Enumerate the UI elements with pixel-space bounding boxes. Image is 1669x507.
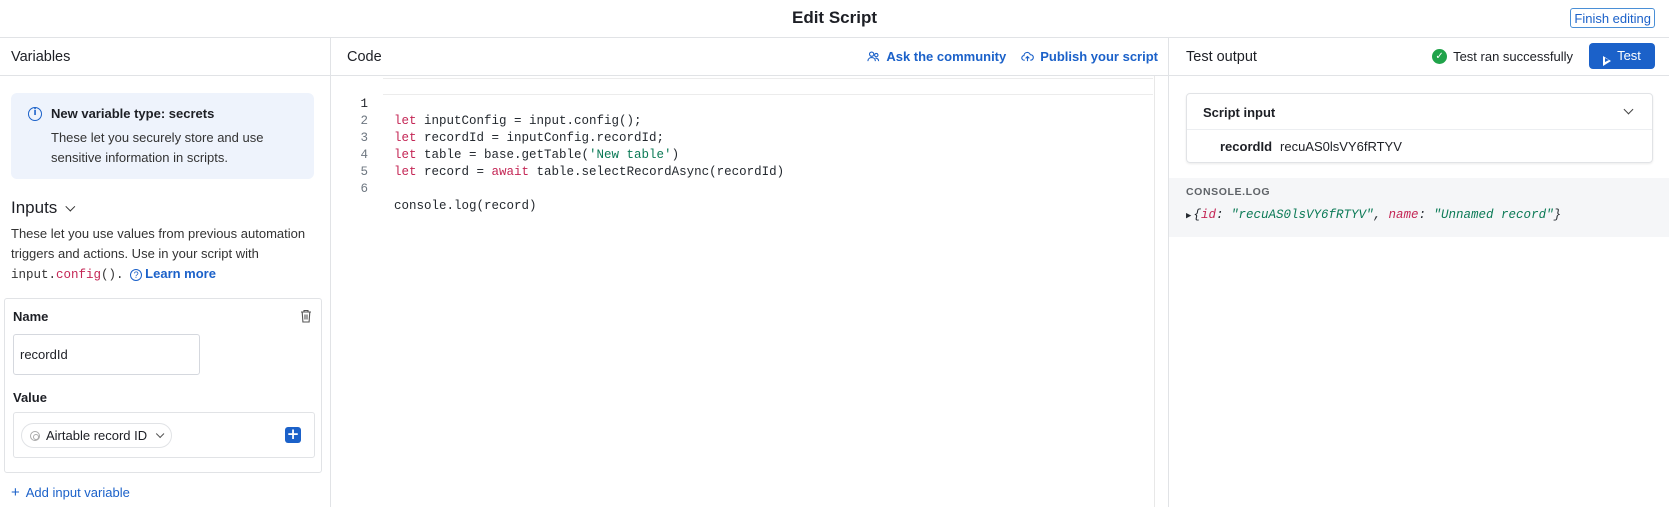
name-label: Name bbox=[13, 309, 49, 324]
code-line: 4 let record = await table.selectRecordA… bbox=[331, 130, 784, 179]
learn-more-link[interactable]: Learn more bbox=[145, 266, 216, 281]
inline-code-parens: (). bbox=[101, 268, 124, 282]
chevron-down-icon bbox=[65, 201, 76, 212]
console-key: name bbox=[1388, 208, 1419, 222]
keyword: await bbox=[491, 165, 530, 179]
input-variable-card: Name Value Airtable record ID + bbox=[4, 298, 322, 473]
variables-panel: Variables i New variable type: secrets T… bbox=[0, 38, 331, 507]
inputs-description-text: These let you use values from previous a… bbox=[11, 226, 306, 261]
variables-header: Variables bbox=[0, 38, 330, 76]
info-icon: i bbox=[28, 107, 42, 121]
console-key: id bbox=[1200, 208, 1216, 222]
code-text: record = bbox=[416, 165, 492, 179]
inputs-section-toggle[interactable]: Inputs bbox=[11, 198, 76, 218]
check-circle-icon: ✓ bbox=[1432, 49, 1448, 64]
console-heading: CONSOLE.LOG bbox=[1186, 186, 1271, 198]
ask-community-link[interactable]: Ask the community bbox=[867, 49, 1006, 64]
code-header: Code Ask the community Publish your scri… bbox=[331, 38, 1168, 76]
community-icon bbox=[867, 51, 880, 62]
code-text: ) bbox=[671, 148, 680, 162]
console-brace: } bbox=[1553, 208, 1562, 222]
code-text: table = base.getTable( bbox=[416, 148, 590, 162]
code-line: 1 let inputConfig = input.config(); bbox=[331, 79, 641, 128]
code-actions: Ask the community Publish your script bbox=[867, 49, 1158, 64]
console-value: "Unnamed record" bbox=[1433, 208, 1554, 222]
variable-name-input[interactable] bbox=[13, 334, 200, 375]
status-text: Test ran successfully bbox=[1453, 49, 1573, 64]
value-label: Value bbox=[13, 390, 47, 405]
script-input-header[interactable]: Script input bbox=[1187, 94, 1652, 130]
script-input-value: recuAS0lsVY6fRTYV bbox=[1280, 139, 1402, 154]
inline-code-function: config bbox=[56, 268, 102, 282]
add-input-variable-button[interactable]: + Add input variable bbox=[11, 484, 130, 501]
plus-icon: + bbox=[11, 484, 20, 501]
script-input-card: Script input recordId recuAS0lsVY6fRTYV bbox=[1186, 93, 1653, 163]
active-line-highlight bbox=[383, 78, 1153, 95]
keyword: let bbox=[394, 131, 417, 145]
keyword: let bbox=[394, 148, 417, 162]
string-literal: 'New table' bbox=[589, 148, 672, 162]
chevron-down-icon bbox=[156, 429, 165, 438]
script-input-key: recordId bbox=[1220, 139, 1273, 154]
publish-script-link[interactable]: Publish your script bbox=[1021, 49, 1158, 64]
fingerprint-icon bbox=[30, 430, 40, 441]
inputs-heading: Inputs bbox=[11, 198, 58, 217]
keyword: let bbox=[394, 114, 417, 128]
token-label: Airtable record ID bbox=[46, 428, 148, 443]
insert-value-button[interactable]: + bbox=[285, 427, 301, 443]
notice-body: These let you securely store and use sen… bbox=[51, 130, 264, 165]
test-status: ✓ Test ran successfully bbox=[1432, 49, 1573, 64]
code-editor[interactable]: 1 let inputConfig = input.config(); 2 le… bbox=[331, 76, 1153, 507]
code-line: 2 let recordId = inputConfig.recordId; bbox=[331, 96, 664, 145]
console-log-panel: CONSOLE.LOG ▶ {id: "recuAS0lsVY6fRTYV", n… bbox=[1169, 178, 1669, 237]
publish-script-label: Publish your script bbox=[1040, 49, 1158, 64]
inputs-description: These let you use values from previous a… bbox=[11, 224, 311, 285]
console-value: "recuAS0lsVY6fRTYV" bbox=[1230, 208, 1374, 222]
cloud-upload-icon bbox=[1021, 51, 1035, 62]
output-title: Test output bbox=[1186, 49, 1257, 65]
code-text: console.log(record) bbox=[394, 199, 537, 213]
test-output-panel: Test output ✓ Test ran successfully Test… bbox=[1169, 38, 1669, 507]
keyword: let bbox=[394, 165, 417, 179]
output-header: Test output ✓ Test ran successfully Test bbox=[1169, 38, 1669, 76]
secrets-notice: i New variable type: secrets These let y… bbox=[11, 93, 314, 179]
code-line: 5 bbox=[331, 147, 376, 179]
top-bar: Edit Script Finish editing bbox=[0, 0, 1669, 38]
add-input-label: Add input variable bbox=[25, 485, 130, 500]
console-brace: { bbox=[1193, 208, 1201, 222]
editor-scrollbar[interactable] bbox=[1154, 76, 1168, 507]
inline-code-object: input. bbox=[11, 268, 57, 282]
code-text: table.selectRecordAsync(recordId) bbox=[529, 165, 785, 179]
test-button[interactable]: Test bbox=[1589, 43, 1655, 69]
code-line: 6 console.log(record) bbox=[331, 164, 536, 213]
console-entry[interactable]: ▶ {id: "recuAS0lsVY6fRTYV", name: "Unname… bbox=[1186, 208, 1561, 222]
finish-editing-button[interactable]: Finish editing bbox=[1570, 8, 1655, 28]
variables-title: Variables bbox=[11, 49, 71, 65]
record-id-token[interactable]: Airtable record ID bbox=[21, 423, 173, 448]
code-text: inputConfig = input.config(); bbox=[416, 114, 642, 128]
variable-value-field[interactable]: Airtable record ID + bbox=[13, 412, 315, 458]
help-icon[interactable]: ? bbox=[130, 269, 143, 281]
code-text: recordId = inputConfig.recordId; bbox=[416, 131, 665, 145]
line-number: 6 bbox=[360, 182, 368, 196]
inline-code: input.config(). bbox=[11, 268, 124, 282]
notice-title: New variable type: secrets bbox=[51, 106, 215, 121]
code-title: Code bbox=[347, 49, 382, 65]
code-panel: Code Ask the community Publish your scri… bbox=[331, 38, 1169, 507]
page-title: Edit Script bbox=[791, 8, 877, 27]
trash-icon[interactable] bbox=[300, 309, 312, 323]
code-line: 3 let table = base.getTable('New table') bbox=[331, 113, 679, 162]
script-input-row: recordId recuAS0lsVY6fRTYV bbox=[1220, 139, 1402, 154]
script-input-title: Script input bbox=[1203, 105, 1276, 120]
ask-community-label: Ask the community bbox=[886, 49, 1007, 64]
chevron-down-icon[interactable] bbox=[1623, 104, 1634, 115]
test-label: Test bbox=[1617, 48, 1641, 63]
expand-triangle-icon[interactable]: ▶ bbox=[1186, 211, 1191, 221]
